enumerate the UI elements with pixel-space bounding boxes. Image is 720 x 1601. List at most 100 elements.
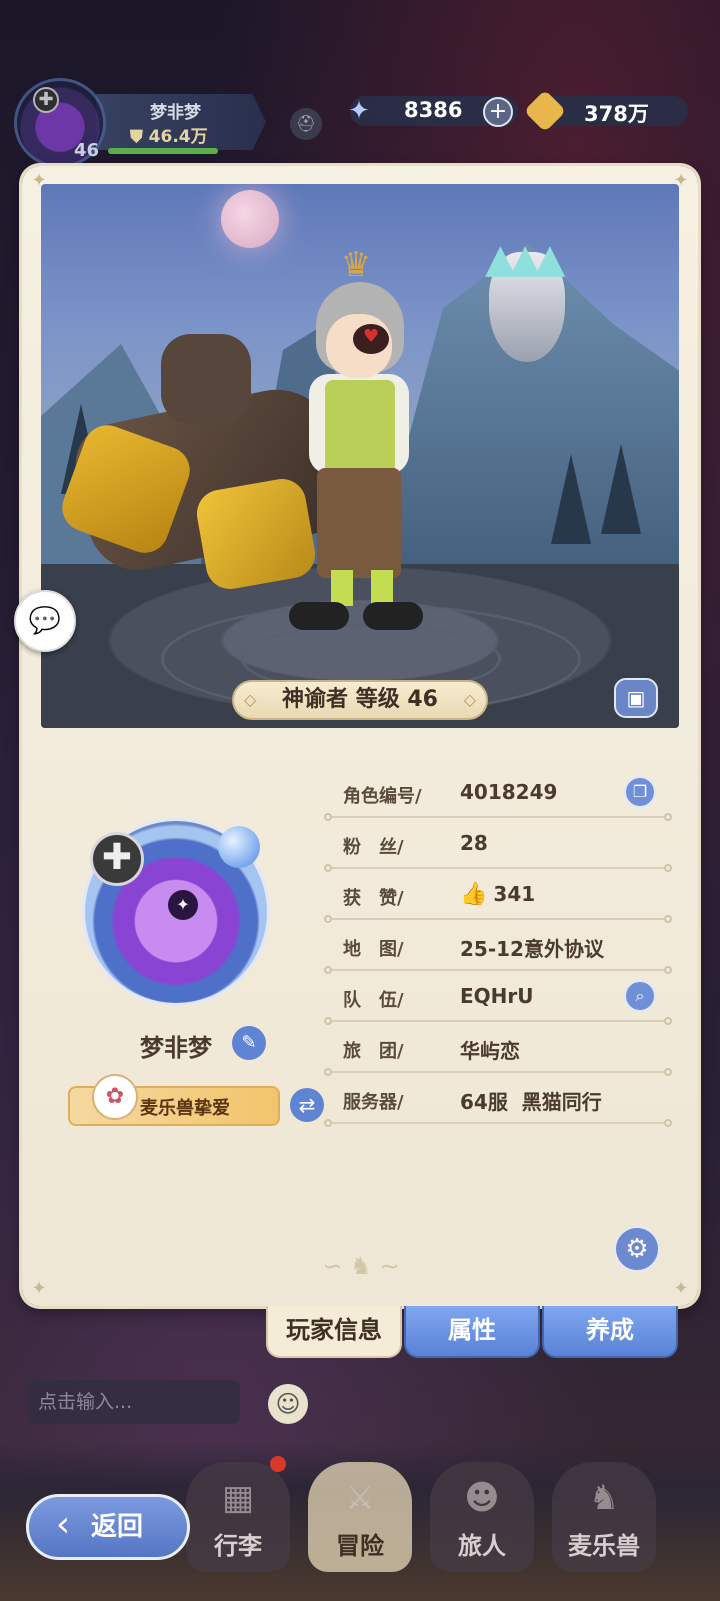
class-cross-icon: ✚	[90, 832, 144, 886]
character-shoe	[289, 602, 349, 630]
row-label: 服务器/	[343, 1092, 404, 1113]
corner-ornament: ✦	[673, 1278, 689, 1299]
star-count: 8386	[404, 98, 463, 122]
diamond-ornament: ◇	[463, 690, 476, 709]
thumbs-up-icon[interactable]: 👍	[460, 882, 487, 907]
row-label: 角色编号/	[343, 786, 422, 807]
chest-icon: ▦	[221, 1478, 255, 1518]
row-value: 4018249	[460, 780, 558, 804]
notification-dot	[270, 1456, 286, 1472]
nav-luggage[interactable]: ▦ 行李	[186, 1462, 290, 1572]
edit-name-button[interactable]: ✎	[232, 1026, 266, 1060]
nav-traveler[interactable]: ☻ 旅人	[430, 1462, 534, 1572]
divider-dot	[324, 966, 332, 974]
character-sock	[331, 570, 353, 606]
crossed-swords-icon: ⚔	[344, 1478, 376, 1518]
coin-count: 378万	[584, 102, 649, 126]
character-pants	[317, 468, 401, 578]
cat-ornament: ∽ ♞ ∼	[322, 1252, 400, 1280]
nav-label: 旅人	[458, 1532, 506, 1560]
row-label: 获 赞/	[343, 888, 404, 909]
row-label: 地 图/	[343, 939, 404, 960]
likes-count: 341	[493, 882, 536, 906]
row-value: 64服 黑猫同行	[460, 1090, 602, 1114]
slime-face: ✦	[168, 890, 198, 920]
character-shoe	[363, 602, 423, 630]
nav-label: 麦乐兽	[568, 1532, 640, 1560]
divider-dot	[324, 864, 332, 872]
tab-player-info[interactable]: 玩家信息	[266, 1306, 402, 1358]
diamond-ornament: ◇	[244, 690, 257, 709]
info-row-guild: 旅 团/ 华屿恋	[324, 1029, 672, 1079]
divider-dot	[324, 1119, 332, 1127]
golem-head	[161, 334, 251, 424]
divider	[328, 1071, 668, 1073]
row-value-wrap: 👍 341	[460, 882, 535, 907]
info-row-fans: 粉 丝/ 28	[324, 825, 672, 875]
search-team-button[interactable]: ⌕	[624, 980, 656, 1012]
settings-gear-icon[interactable]: ⚙	[614, 1226, 660, 1272]
class-cross-icon: ✚	[33, 87, 59, 113]
pet-crest: ▲▲▲	[485, 236, 565, 282]
divider-dot	[664, 813, 672, 821]
pet-avatar-icon: ✿	[92, 1074, 138, 1120]
info-row-server: 服务器/ 64服 黑猫同行	[324, 1080, 672, 1130]
orb-icon	[218, 826, 260, 868]
divider-dot	[664, 915, 672, 923]
helmet-icon[interactable]: ⛑	[290, 108, 322, 140]
character-sock	[371, 570, 393, 606]
divider-dot	[664, 1017, 672, 1025]
row-label: 粉 丝/	[343, 837, 404, 858]
divider-dot	[324, 915, 332, 923]
character-vest	[325, 380, 395, 476]
divider	[328, 816, 668, 818]
class-level-badge: ◇ 神谕者 等级 46 ◇	[232, 680, 488, 720]
profile-name: 梦非梦	[140, 1034, 212, 1062]
row-value: 25-12意外协议	[460, 937, 604, 961]
tab-attributes[interactable]: 属性	[404, 1306, 540, 1358]
photo-mode-button[interactable]: ▣	[614, 678, 658, 718]
divider-dot	[664, 966, 672, 974]
divider-dot	[664, 1119, 672, 1127]
divider-dot	[324, 1017, 332, 1025]
divider	[328, 969, 668, 971]
nav-adventure[interactable]: ⚔ 冒险	[308, 1462, 412, 1572]
exp-bar	[108, 148, 218, 154]
row-value: 28	[460, 831, 488, 855]
character-scene: ♥ ♛ ▲▲▲	[41, 184, 679, 728]
swap-title-button[interactable]: ⇄	[290, 1088, 324, 1122]
cat-icon: ♞	[588, 1478, 620, 1518]
tree	[601, 444, 641, 534]
divider-dot	[664, 1068, 672, 1076]
info-row-map: 地 图/ 25-12意外协议	[324, 927, 672, 977]
back-arrow-icon: ‹	[55, 1504, 71, 1545]
row-value: 华屿恋	[460, 1039, 520, 1063]
corner-ornament: ✦	[31, 1278, 47, 1299]
heart-icon: ♥	[363, 326, 380, 347]
add-stars-button[interactable]: +	[483, 97, 513, 127]
crown-icon: ♛	[340, 245, 372, 285]
copy-id-button[interactable]: ❐	[624, 776, 656, 808]
hud-power: ⛊ 46.4万	[130, 127, 208, 147]
info-row-team: 队 伍/ EQHrU	[324, 978, 672, 1028]
divider-dot	[324, 813, 332, 821]
nav-pet[interactable]: ♞ 麦乐兽	[552, 1462, 656, 1572]
tree	[551, 454, 591, 544]
info-row-id: 角色编号/ 4018249	[324, 774, 672, 824]
emoji-icon[interactable]: ☺	[268, 1384, 308, 1424]
chat-bubble-button[interactable]: 💬	[14, 590, 76, 652]
nav-label: 冒险	[336, 1532, 384, 1560]
pet-title-label: 麦乐兽挚爱	[140, 1098, 230, 1119]
row-label: 队 伍/	[343, 990, 404, 1011]
star-icon: ✦	[348, 96, 370, 126]
tab-growth[interactable]: 养成	[542, 1306, 678, 1358]
row-value: EQHrU	[460, 984, 534, 1008]
divider-dot	[324, 1068, 332, 1076]
hud-level: 46	[74, 140, 100, 161]
class-level-label: 神谕者 等级 46	[282, 687, 438, 712]
chat-input[interactable]: 点击输入...	[28, 1380, 240, 1424]
divider	[328, 1122, 668, 1124]
info-row-likes: 获 赞/ 👍 341	[324, 876, 672, 926]
nav-label: 行李	[214, 1532, 262, 1560]
divider	[328, 918, 668, 920]
